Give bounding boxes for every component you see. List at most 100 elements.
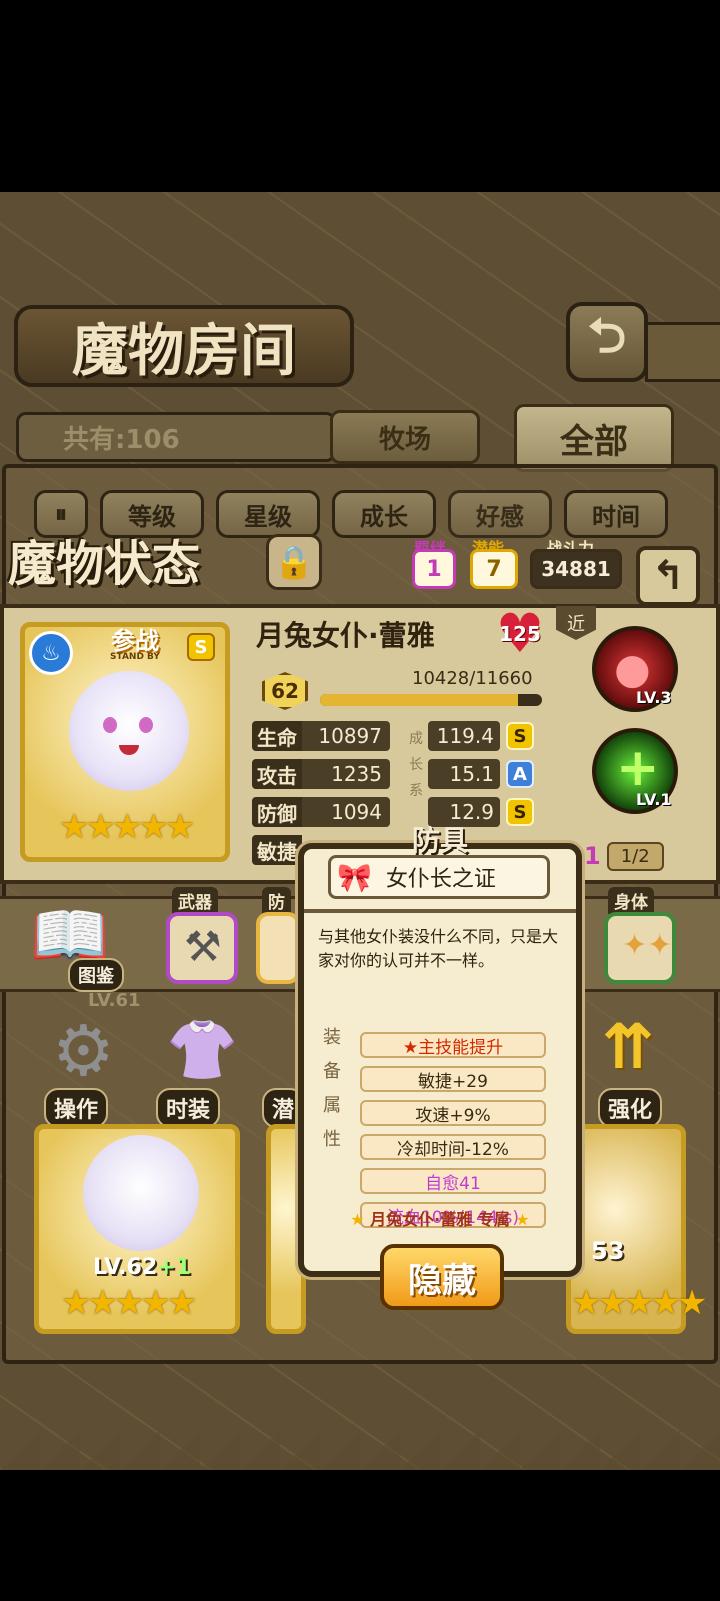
star-icon: ★ <box>350 1210 365 1229</box>
body-slot[interactable]: ✦✦ <box>604 912 676 984</box>
exp-value: 10428/11660 <box>412 668 533 689</box>
growth-atk: 15.1 <box>428 759 500 789</box>
status-title-text: 魔物状态 <box>8 536 201 592</box>
skill-2-level: LV.1 <box>636 790 672 809</box>
armor-slot-label: 防 <box>262 887 291 914</box>
filter-affection[interactable]: 好感 <box>448 490 552 538</box>
power-value: 34881 <box>541 557 611 581</box>
growth-label-column: 成 长 系 <box>408 726 424 804</box>
card-stars-text: ★★★★★ <box>59 807 195 847</box>
filter-growth-label: 成长 <box>360 502 408 531</box>
level-value: 62 <box>271 679 299 703</box>
body-slot-label: 身体 <box>608 887 654 914</box>
enhance-label: 强化 <box>598 1088 663 1128</box>
attr-side-label: 装 备 属 性 <box>320 1021 344 1157</box>
close-status-button[interactable]: ↰ <box>636 546 700 606</box>
character-card[interactable]: ♨ 参战 STAND BY S ★★★★★ <box>20 622 230 862</box>
item-description-text: 与其他女仆装没什么不同，只是大家对你的认可并不一样。 <box>318 927 559 970</box>
tab-ranch-label: 牧场 <box>378 424 431 455</box>
owned-count-bar: 共有:106 <box>16 412 336 462</box>
weapon-slot-label: 武器 <box>172 887 218 914</box>
side-char: 装 <box>323 1027 341 1048</box>
card-grade-badge: S <box>187 633 215 661</box>
potential-value: 7 <box>486 556 502 582</box>
status-title: 魔物状态 <box>8 526 248 592</box>
exclusive-label: ★ 月兔女仆·蕾雅 专属 ★ <box>320 1206 560 1230</box>
card-top-level-text: LV.61 <box>88 990 141 1011</box>
awaken-value: 1 <box>584 842 601 870</box>
filter-affection-label: 好感 <box>476 502 524 531</box>
potential-button[interactable]: 潜 <box>262 1010 305 1128</box>
side-char: 备 <box>323 1061 341 1082</box>
card-1-stars-text: ★★★★★ <box>61 1283 197 1323</box>
back-button[interactable]: ⮌ <box>566 302 648 382</box>
skill-slot-1[interactable]: ● LV.3 <box>592 626 678 712</box>
character-name-text: 月兔女仆·蕾雅 <box>256 619 435 652</box>
potential-badge[interactable]: 7 <box>470 549 518 589</box>
growth-value: 15.1 <box>449 762 494 786</box>
skill-slot-2[interactable]: + LV.1 <box>592 728 678 814</box>
range-tag-text: 近 <box>567 614 585 635</box>
bond-badge[interactable]: 1 <box>412 549 456 589</box>
affection-heart[interactable]: ♥ 125 <box>494 607 546 661</box>
lock-button[interactable]: 🔒 <box>266 534 322 590</box>
hide-button[interactable]: 隐藏 <box>380 1244 504 1310</box>
equip-attribute-row: 冷却时间-12% <box>360 1134 546 1160</box>
tab-ranch[interactable]: 牧场 <box>330 410 480 464</box>
stat-value: 10897 <box>302 721 390 751</box>
gear-icon: ⚙ <box>52 1010 115 1092</box>
growth-hp: 119.4 <box>428 721 500 751</box>
element-icon: ♨ <box>29 631 73 675</box>
stat-name: 防御 <box>252 797 302 827</box>
background-pattern <box>0 1430 720 1470</box>
card-1-portrait <box>83 1135 199 1251</box>
hide-button-label: 隐藏 <box>408 1260 476 1301</box>
standby-en-label: STAND BY <box>110 652 160 662</box>
popup-divider <box>304 909 576 913</box>
operate-label: 操作 <box>44 1088 109 1128</box>
growth-char: 长 <box>409 757 423 773</box>
fashion-button[interactable]: 👚 时装 <box>150 1010 250 1128</box>
monster-card-3[interactable]: 53 ★★★★★ <box>566 1124 707 1334</box>
side-char: 属 <box>323 1095 341 1116</box>
filter-time-label: 时间 <box>592 502 640 531</box>
skill-1-level: LV.3 <box>636 688 672 707</box>
stat-name: 生命 <box>252 721 302 751</box>
moon-icon: ● <box>614 644 651 693</box>
equip-attribute-row: 攻速+9% <box>360 1100 546 1126</box>
card-grade: S <box>194 636 208 658</box>
stars-charm-icon: ✦✦ <box>622 928 673 963</box>
equip-attribute-row: 敏捷+29 <box>360 1066 546 1092</box>
popup-category-text: 防具 <box>411 824 468 857</box>
filter-time[interactable]: 时间 <box>564 490 668 538</box>
awaken-row: 1 1/2 <box>584 836 710 876</box>
card-top-level: LV.61 <box>88 990 141 1011</box>
stat-value: 1235 <box>302 759 390 789</box>
grade-letter: A <box>513 763 527 785</box>
guide-button[interactable]: 📖 图鉴 <box>30 898 130 992</box>
enhance-button[interactable]: ⇈ 强化 <box>588 1010 688 1128</box>
filter-growth[interactable]: 成长 <box>332 490 436 538</box>
card-1-level-text: LV.62 <box>93 1255 158 1280</box>
tab-all[interactable]: 全部 <box>514 404 674 472</box>
return-icon: ⮌ <box>587 307 627 364</box>
stat-row-atk: 攻击 1235 <box>252 759 390 789</box>
card-1-stars: ★★★★★ <box>61 1283 197 1323</box>
upgrade-arrows-icon: ⇈ <box>602 1010 654 1083</box>
room-title: 魔物房间 <box>14 305 354 387</box>
armor-slot[interactable] <box>256 912 300 984</box>
card-1-plus: +1 <box>157 1255 191 1280</box>
card-stars: ★★★★★ <box>59 807 195 847</box>
item-description: 与其他女仆装没什么不同，只是大家对你的认可并不一样。 <box>318 925 562 973</box>
growth-value: 119.4 <box>436 724 494 748</box>
item-name-bar: 🎀 女仆长之证 <box>328 855 550 899</box>
header-edge <box>645 322 720 382</box>
fashion-label: 时装 <box>156 1088 221 1128</box>
monster-card-1[interactable]: LV.62+1 ★★★★★ <box>34 1124 240 1334</box>
side-char: 性 <box>323 1129 341 1150</box>
operate-button[interactable]: ⚙ 操作 <box>38 1010 138 1128</box>
weapon-slot[interactable]: ⚒ <box>166 912 238 984</box>
character-name: 月兔女仆·蕾雅 <box>256 614 486 654</box>
guide-label: 图鉴 <box>68 958 124 992</box>
scythe-icon: ⚒ <box>184 922 222 971</box>
